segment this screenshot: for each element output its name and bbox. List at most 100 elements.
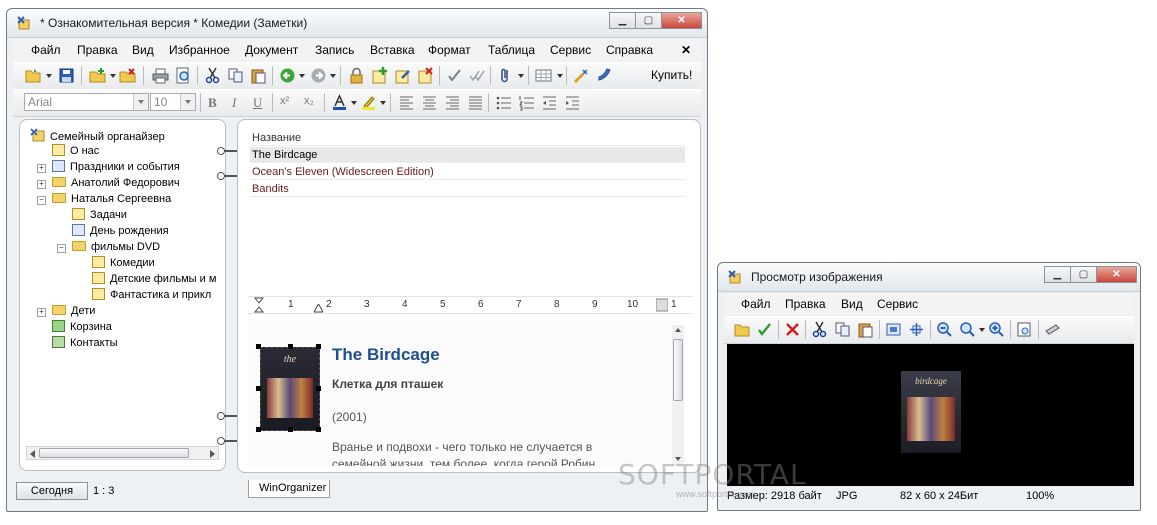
expand-icon[interactable]: + xyxy=(37,308,46,317)
check-all-icon[interactable] xyxy=(468,67,485,84)
highlight-dropdown-icon[interactable] xyxy=(380,101,386,105)
open-dropdown-icon[interactable] xyxy=(46,74,52,78)
tree-item[interactable]: Анатолий Федорович xyxy=(52,176,180,190)
tree-item[interactable]: Праздники и события xyxy=(52,160,180,174)
tree-item[interactable]: Дети xyxy=(52,304,95,318)
scroll-thumb[interactable] xyxy=(673,339,683,401)
menu-file[interactable]: Файл xyxy=(31,43,61,57)
selection-handle[interactable] xyxy=(288,427,293,432)
menu-edit[interactable]: Правка xyxy=(77,43,118,57)
table-icon[interactable] xyxy=(535,67,552,84)
selection-handle[interactable] xyxy=(316,344,321,349)
tab-marker-icon[interactable] xyxy=(314,304,323,313)
tree-item[interactable]: О нас xyxy=(52,144,99,158)
menu-favorites[interactable]: Избранное xyxy=(169,43,230,57)
delete-record-icon[interactable] xyxy=(417,67,434,84)
new-note-icon[interactable] xyxy=(89,67,106,84)
actual-size-icon[interactable] xyxy=(908,321,925,338)
zoom-in-icon[interactable] xyxy=(988,321,1005,338)
tree-root[interactable]: Семейный органайзер xyxy=(30,128,165,143)
font-name-select[interactable]: Arial xyxy=(24,93,149,111)
right-margin-icon[interactable] xyxy=(656,297,668,313)
zoom-icon[interactable] xyxy=(959,321,976,338)
back-icon[interactable] xyxy=(279,67,296,84)
cut-icon[interactable] xyxy=(204,67,221,84)
selection-handle[interactable] xyxy=(316,386,321,391)
preview-image[interactable]: birdcage xyxy=(901,371,961,453)
menu-record[interactable]: Запись xyxy=(315,43,354,57)
selection-handle[interactable] xyxy=(256,386,261,391)
main-titlebar[interactable]: * Ознакомительная версия * Комедии (Заме… xyxy=(7,9,707,38)
subscript-icon[interactable]: x₂ xyxy=(304,95,314,107)
forward-dropdown-icon[interactable] xyxy=(330,74,336,78)
indent-marker-icon[interactable] xyxy=(254,297,264,313)
bold-icon[interactable]: B xyxy=(208,95,217,111)
zoom-out-icon[interactable] xyxy=(936,321,953,338)
movie-cover-image[interactable]: the xyxy=(260,347,320,431)
collapse-icon[interactable]: − xyxy=(37,196,46,205)
maximize-button[interactable]: ▢ xyxy=(635,12,662,29)
selection-handle[interactable] xyxy=(256,344,261,349)
menu-table[interactable]: Таблица xyxy=(488,43,535,57)
menu-help[interactable]: Справка xyxy=(606,43,653,57)
indent-icon[interactable] xyxy=(564,94,581,111)
menu-service[interactable]: Сервис xyxy=(550,43,591,57)
menu-service[interactable]: Сервис xyxy=(877,297,918,311)
paste-icon[interactable] xyxy=(250,67,267,84)
tree-item[interactable]: фильмы DVD xyxy=(72,240,160,254)
cut-icon[interactable] xyxy=(811,321,828,338)
ruler[interactable]: 1 2 3 4 5 6 7 8 9 10 1 xyxy=(248,296,692,314)
menu-document[interactable]: Документ xyxy=(245,43,298,57)
tree-item[interactable]: Корзина xyxy=(52,320,112,334)
italic-icon[interactable]: I xyxy=(232,95,236,111)
tree-item[interactable]: Наталья Сергеевна xyxy=(52,192,171,206)
tree-item[interactable]: Задачи xyxy=(72,208,127,222)
zoom-dropdown-icon[interactable] xyxy=(979,328,985,332)
minimize-button[interactable]: ▁ xyxy=(1044,266,1071,283)
highlight-icon[interactable] xyxy=(360,94,377,111)
tools-icon[interactable] xyxy=(573,67,590,84)
copy-icon[interactable] xyxy=(227,67,244,84)
tree-item[interactable]: Контакты xyxy=(52,336,118,350)
document-area[interactable]: the The Birdcage Клетка для пташек (2001… xyxy=(248,320,680,466)
expand-icon[interactable]: + xyxy=(37,180,46,189)
edit-record-icon[interactable] xyxy=(394,67,411,84)
check-icon[interactable] xyxy=(446,67,463,84)
menu-view[interactable]: Вид xyxy=(841,297,863,311)
menu-edit[interactable]: Правка xyxy=(785,297,826,311)
new-dropdown-icon[interactable] xyxy=(110,74,116,78)
underline-icon[interactable]: U xyxy=(253,95,262,111)
delete-note-icon[interactable] xyxy=(119,67,136,84)
fit-window-icon[interactable] xyxy=(885,321,902,338)
attachment-dropdown-icon[interactable] xyxy=(518,74,524,78)
print-icon[interactable] xyxy=(152,67,169,84)
maximize-button[interactable]: ▢ xyxy=(1070,266,1097,283)
list-header[interactable]: Название xyxy=(250,130,685,146)
list-item-selected[interactable]: The Birdcage xyxy=(250,147,685,163)
forward-icon[interactable] xyxy=(310,67,327,84)
table-dropdown-icon[interactable] xyxy=(557,74,563,78)
expand-icon[interactable]: + xyxy=(37,164,46,173)
buy-link[interactable]: Купить! xyxy=(651,68,692,82)
collapse-icon[interactable]: − xyxy=(57,244,66,253)
print-preview-icon[interactable] xyxy=(175,67,192,84)
menu-file[interactable]: Файл xyxy=(741,297,771,311)
close-button[interactable]: ✕ xyxy=(661,12,702,29)
open-icon[interactable] xyxy=(25,67,42,84)
superscript-icon[interactable]: x² xyxy=(280,95,289,107)
check-icon[interactable] xyxy=(756,321,773,338)
font-color-dropdown-icon[interactable] xyxy=(351,101,357,105)
today-button[interactable]: Сегодня xyxy=(16,482,88,500)
bullet-list-icon[interactable] xyxy=(495,94,512,111)
menu-view[interactable]: Вид xyxy=(132,43,154,57)
delete-icon[interactable] xyxy=(784,321,801,338)
tree-hscrollbar[interactable] xyxy=(26,446,219,460)
align-right-icon[interactable] xyxy=(444,94,461,111)
open-icon[interactable] xyxy=(734,321,751,338)
font-color-icon[interactable] xyxy=(331,94,348,111)
menu-format[interactable]: Формат xyxy=(428,43,471,57)
properties-icon[interactable] xyxy=(1016,321,1033,338)
scroll-left-icon[interactable] xyxy=(30,450,35,458)
scan-icon[interactable] xyxy=(1044,321,1061,338)
align-center-icon[interactable] xyxy=(421,94,438,111)
